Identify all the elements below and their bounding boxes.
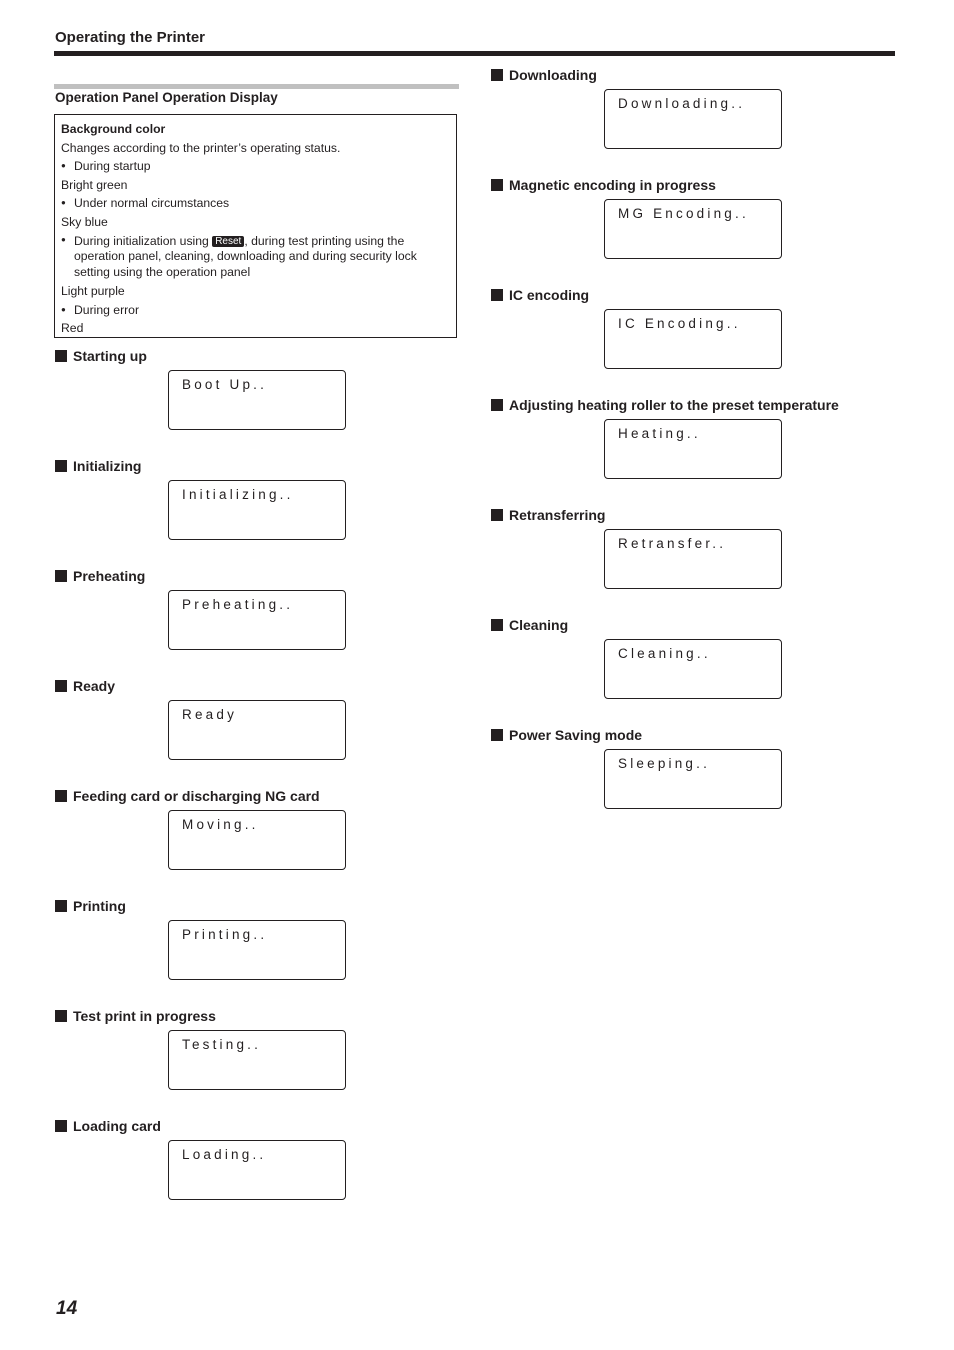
status-item: Downloading Downloading.. bbox=[491, 67, 782, 149]
status-condition: During startup bbox=[61, 157, 450, 176]
lcd-display: Retransfer.. bbox=[604, 529, 782, 589]
status-item: Initializing Initializing.. bbox=[55, 458, 346, 540]
status-color: Bright green bbox=[61, 177, 128, 192]
status-item: Ready Ready bbox=[55, 678, 346, 760]
lcd-display: Sleeping.. bbox=[604, 749, 782, 809]
status-heading: Magnetic encoding in progress bbox=[509, 177, 716, 193]
status-heading: Loading card bbox=[73, 1118, 161, 1134]
lcd-display: Downloading.. bbox=[604, 89, 782, 149]
square-bullet-icon bbox=[491, 399, 503, 411]
status-condition: During error bbox=[61, 301, 450, 320]
square-bullet-icon bbox=[55, 1010, 67, 1022]
background-color-box: Background color Changes according to th… bbox=[54, 114, 457, 338]
lcd-display: Cleaning.. bbox=[604, 639, 782, 699]
reset-key-icon: Reset bbox=[212, 235, 245, 247]
square-bullet-icon bbox=[55, 1120, 67, 1132]
status-condition: During initialization using Reset, durin… bbox=[61, 232, 450, 283]
section-divider bbox=[54, 84, 459, 89]
status-item: Adjusting heating roller to the preset t… bbox=[491, 397, 839, 479]
status-heading: Initializing bbox=[73, 458, 142, 474]
lcd-display: Testing.. bbox=[168, 1030, 346, 1090]
lcd-display: MG Encoding.. bbox=[604, 199, 782, 259]
lcd-display: Boot Up.. bbox=[168, 370, 346, 430]
lcd-display: Printing.. bbox=[168, 920, 346, 980]
status-heading: Cleaning bbox=[509, 617, 569, 633]
lcd-display: Heating.. bbox=[604, 419, 782, 479]
status-color: Light purple bbox=[61, 284, 125, 299]
square-bullet-icon bbox=[55, 460, 67, 472]
status-item: Magnetic encoding in progress MG Encodin… bbox=[491, 177, 782, 259]
status-heading: Downloading bbox=[509, 67, 597, 83]
lcd-display: Ready bbox=[168, 700, 346, 760]
status-item: Loading card Loading.. bbox=[55, 1118, 346, 1200]
status-item: Test print in progress Testing.. bbox=[55, 1008, 346, 1090]
header-divider bbox=[54, 51, 895, 56]
status-color: Sky blue bbox=[61, 214, 108, 229]
status-item: Cleaning Cleaning.. bbox=[491, 617, 782, 699]
status-color: Red bbox=[61, 321, 84, 336]
status-heading: Printing bbox=[73, 898, 126, 914]
status-heading: Adjusting heating roller to the preset t… bbox=[509, 397, 839, 413]
page-header-title: Operating the Printer bbox=[55, 29, 206, 46]
lcd-display: Initializing.. bbox=[168, 480, 346, 540]
status-heading: Retransferring bbox=[509, 507, 606, 523]
page-number: 14 bbox=[56, 1298, 78, 1319]
box-heading: Background color bbox=[61, 122, 166, 136]
status-heading: Ready bbox=[73, 678, 116, 694]
status-item: Starting up Boot Up.. bbox=[55, 348, 346, 430]
square-bullet-icon bbox=[55, 680, 67, 692]
square-bullet-icon bbox=[491, 619, 503, 631]
status-heading: Power Saving mode bbox=[509, 727, 643, 743]
section-title: Operation Panel Operation Display bbox=[55, 90, 278, 105]
square-bullet-icon bbox=[491, 69, 503, 81]
square-bullet-icon bbox=[55, 350, 67, 362]
lcd-display: Loading.. bbox=[168, 1140, 346, 1200]
square-bullet-icon bbox=[491, 729, 503, 741]
status-item: Preheating Preheating.. bbox=[55, 568, 346, 650]
condition-prefix: During initialization using bbox=[74, 233, 213, 248]
square-bullet-icon bbox=[491, 289, 503, 301]
status-item: Power Saving mode Sleeping.. bbox=[491, 727, 782, 809]
status-item: Retransferring Retransfer.. bbox=[491, 507, 782, 589]
lcd-display: IC Encoding.. bbox=[604, 309, 782, 369]
status-item: Printing Printing.. bbox=[55, 898, 346, 980]
status-condition: Under normal circumstances bbox=[61, 194, 450, 213]
status-heading: Test print in progress bbox=[73, 1008, 216, 1024]
status-heading: Starting up bbox=[73, 348, 147, 364]
status-heading: Preheating bbox=[73, 568, 146, 584]
lcd-display: Preheating.. bbox=[168, 590, 346, 650]
status-item: IC encoding IC Encoding.. bbox=[491, 287, 782, 369]
status-heading: Feeding card or discharging NG card bbox=[73, 788, 320, 804]
square-bullet-icon bbox=[55, 570, 67, 582]
square-bullet-icon bbox=[491, 179, 503, 191]
square-bullet-icon bbox=[55, 900, 67, 912]
status-heading: IC encoding bbox=[509, 287, 590, 303]
square-bullet-icon bbox=[55, 790, 67, 802]
square-bullet-icon bbox=[491, 509, 503, 521]
lcd-display: Moving.. bbox=[168, 810, 346, 870]
box-intro: Changes according to the printer’s opera… bbox=[61, 140, 341, 155]
status-item: Feeding card or discharging NG card Movi… bbox=[55, 788, 346, 870]
